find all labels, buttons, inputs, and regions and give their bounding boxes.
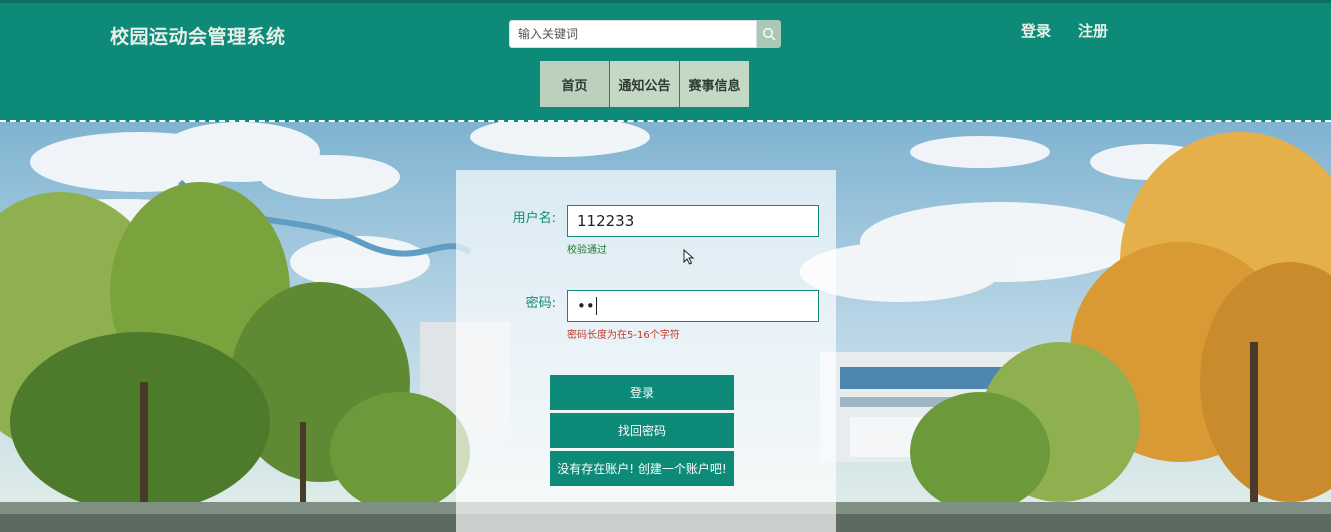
search-button[interactable] xyxy=(757,20,781,48)
username-field[interactable]: 112233 xyxy=(567,205,819,237)
password-hint: 密码长度为在5-16个字符 xyxy=(567,330,680,341)
nav-item-notices[interactable]: 通知公告 xyxy=(610,61,679,107)
username-hint: 校验通过 xyxy=(567,245,607,256)
username-value: 112233 xyxy=(577,212,635,230)
username-label: 用户名: xyxy=(512,211,556,226)
mouse-pointer-icon xyxy=(683,249,695,265)
create-account-button[interactable]: 没有存在账户! 创建一个账户吧! xyxy=(550,451,734,486)
search-input[interactable] xyxy=(509,20,757,48)
text-caret xyxy=(595,297,597,315)
search-box xyxy=(509,20,781,48)
nav-item-home[interactable]: 首页 xyxy=(540,61,609,107)
nav-item-events[interactable]: 赛事信息 xyxy=(680,61,749,107)
forgot-password-button[interactable]: 找回密码 xyxy=(550,413,734,448)
top-header: 校园运动会管理系统 登录 注册 首页 通知公告 赛事信息 xyxy=(0,0,1331,122)
login-button[interactable]: 登录 xyxy=(550,375,734,410)
auth-links: 登录 注册 xyxy=(1021,20,1108,41)
site-title: 校园运动会管理系统 xyxy=(110,26,286,48)
search-icon xyxy=(762,27,776,41)
login-link[interactable]: 登录 xyxy=(1021,20,1051,41)
main-nav: 首页 通知公告 赛事信息 xyxy=(540,61,749,107)
password-value: •• xyxy=(577,297,595,315)
password-label: 密码: xyxy=(525,296,556,311)
register-link[interactable]: 注册 xyxy=(1078,20,1108,41)
password-field[interactable]: •• xyxy=(567,290,819,322)
